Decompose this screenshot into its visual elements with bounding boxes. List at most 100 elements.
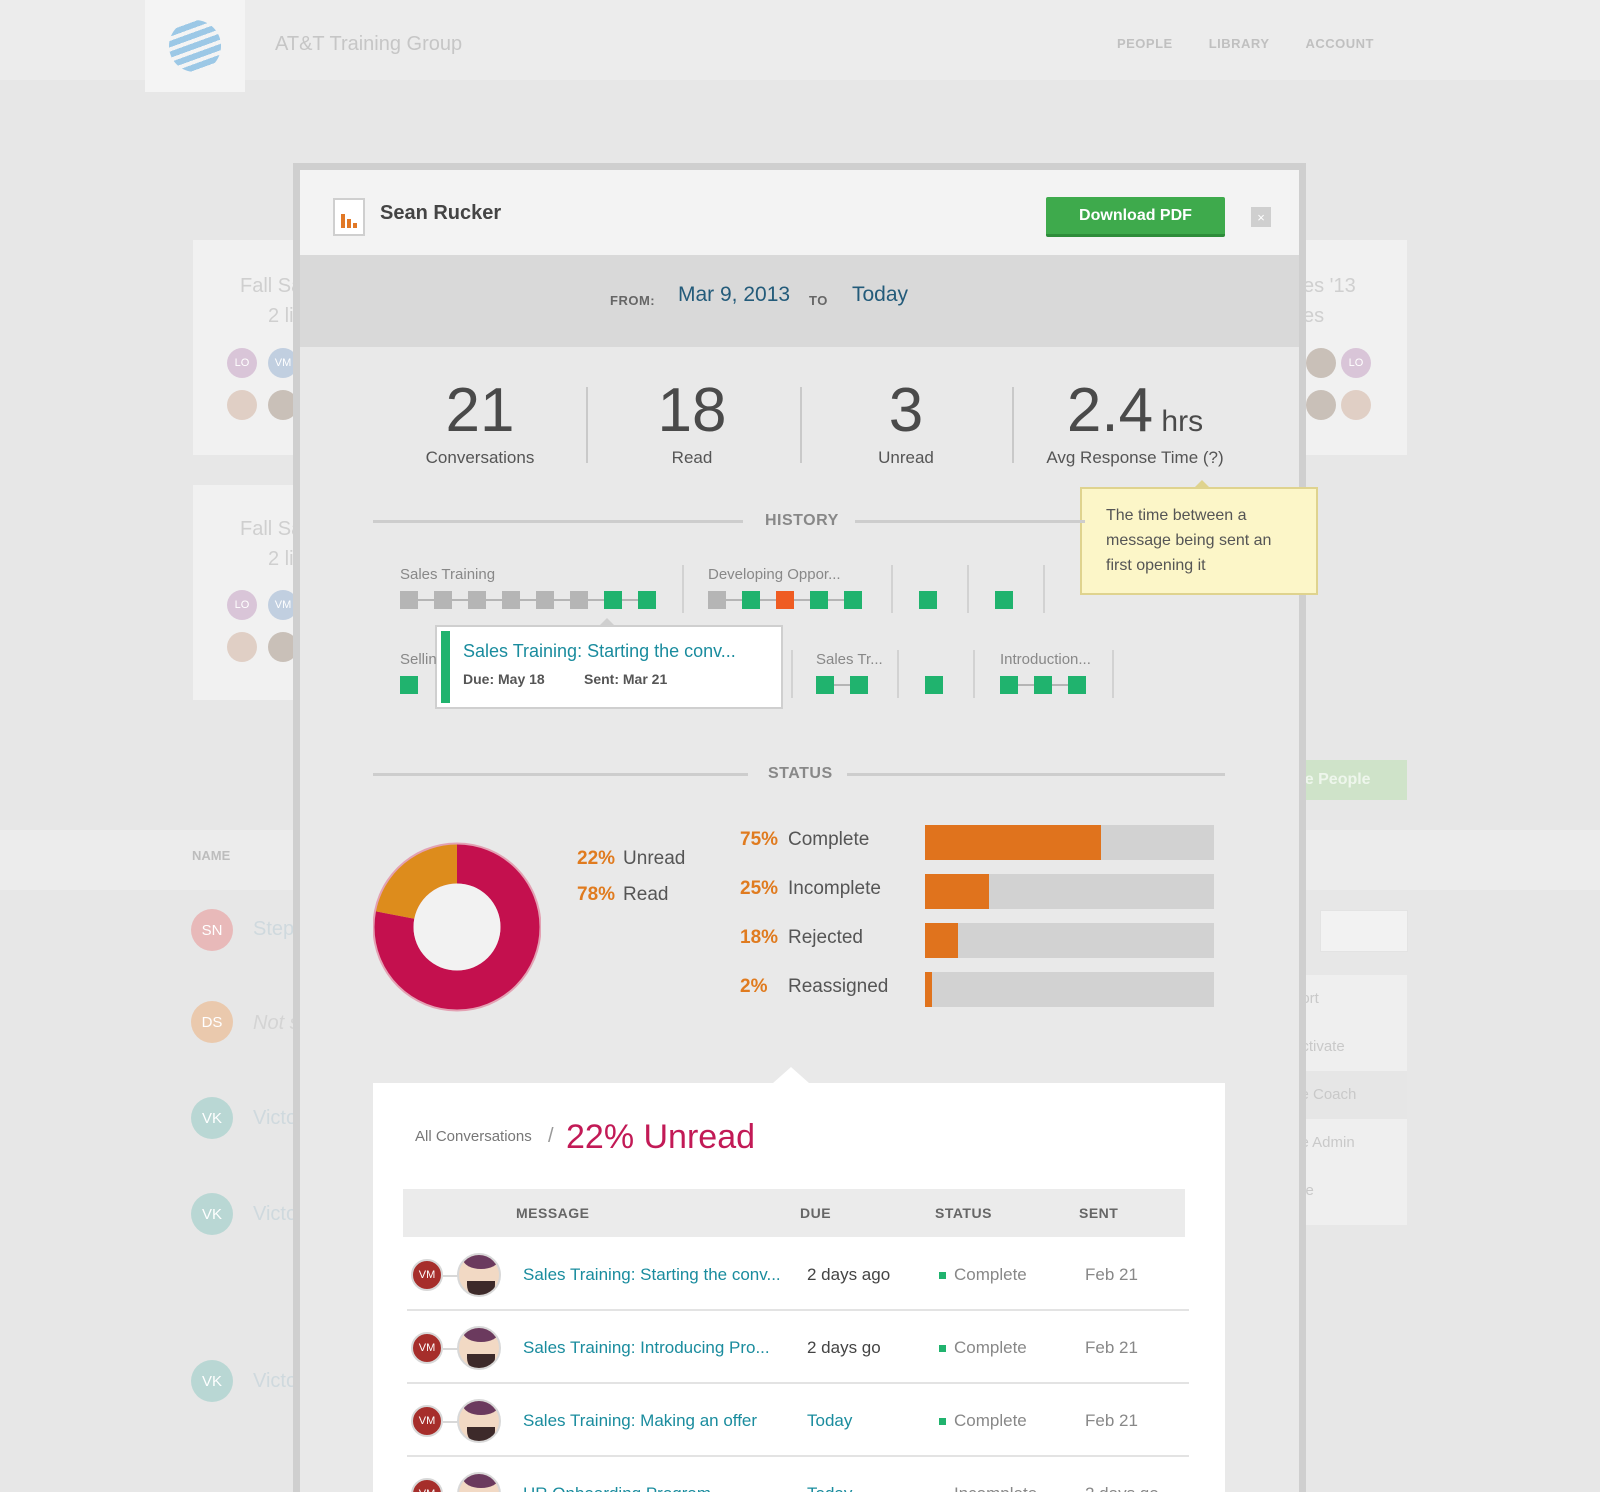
bg-row-avatar: SN (191, 909, 233, 951)
history-group-label: Introduction... (1000, 651, 1091, 668)
hover-card-title[interactable]: Sales Training: Starting the conv... (463, 641, 736, 662)
close-button[interactable]: × (1251, 207, 1271, 227)
nav-library[interactable]: LIBRARY (1209, 36, 1270, 51)
legend-unread: 22% Unread (577, 848, 686, 869)
bg-mail-button[interactable] (1320, 910, 1408, 952)
history-message-square[interactable] (1068, 676, 1086, 694)
history-message-square[interactable] (468, 591, 486, 609)
row-status: Incomplete (939, 1484, 1037, 1492)
history-message-square[interactable] (638, 591, 656, 609)
history-message-square[interactable] (570, 591, 588, 609)
divider (1012, 387, 1014, 463)
col-status[interactable]: STATUS (935, 1205, 992, 1221)
history-message-square[interactable] (844, 591, 862, 609)
stat-avg-response: 2.4 hrs Avg Response Time (?) (1035, 380, 1235, 468)
bg-row-name[interactable]: Victo (253, 1107, 297, 1130)
history-message-square[interactable] (604, 591, 622, 609)
row-sent: Feb 21 (1085, 1265, 1138, 1284)
table-row[interactable]: VM Sales Training: Introducing Pro... 2 da… (407, 1311, 1189, 1384)
from-date[interactable]: Mar 9, 2013 (678, 283, 790, 307)
breadcrumb-separator: / (548, 1125, 554, 1147)
row-due: Today (807, 1411, 853, 1430)
history-message-square[interactable] (434, 591, 452, 609)
history-message-square[interactable] (400, 591, 418, 609)
section-rule (373, 773, 748, 776)
history-message-square[interactable] (810, 591, 828, 609)
history-message-square[interactable] (742, 591, 760, 609)
download-pdf-button[interactable]: Download PDF (1046, 197, 1225, 237)
history-message-square[interactable] (925, 676, 943, 694)
sender-avatar: VM (411, 1332, 443, 1364)
row-status: Complete (939, 1338, 1027, 1358)
breadcrumb-all-conversations[interactable]: All Conversations (415, 1128, 532, 1145)
history-divider (891, 565, 893, 613)
status-bar-fill (925, 972, 933, 1007)
history-message-square[interactable] (1034, 676, 1052, 694)
row-message[interactable]: Sales Training: Introducing Pro... (523, 1338, 770, 1358)
history-message-square[interactable] (919, 591, 937, 609)
hover-card-sent: Sent: Mar 21 (584, 671, 668, 687)
row-sent: 2 days go (1085, 1484, 1159, 1492)
history-message-square[interactable] (502, 591, 520, 609)
bg-row-avatar: VK (191, 1097, 233, 1139)
nav-people[interactable]: PEOPLE (1117, 36, 1173, 51)
bg-row-name[interactable]: Step (253, 918, 294, 941)
att-globe-icon (169, 20, 221, 72)
status-bar-fill (925, 874, 989, 909)
avg-response-tooltip: The time between a message being sent an… (1080, 480, 1318, 595)
avg-response-help[interactable]: Avg Response Time (?) (1035, 448, 1235, 468)
to-date[interactable]: Today (852, 283, 908, 307)
row-due: 2 days go (807, 1338, 881, 1357)
history-message-square[interactable] (536, 591, 554, 609)
hover-card-due: Due: May 18 (463, 671, 545, 687)
history-divider (967, 565, 969, 613)
history-message-square[interactable] (816, 676, 834, 694)
bg-row-name[interactable]: Victo (253, 1370, 297, 1393)
status-bar-fill (925, 825, 1102, 860)
history-group-label: Sellin (400, 651, 437, 668)
row-message[interactable]: HR Onboarding Program (523, 1484, 711, 1492)
bg-row-avatar: DS (191, 1001, 233, 1043)
org-name: AT&T Training Group (275, 33, 463, 55)
stat-caption: Unread (878, 448, 934, 467)
stat-unread: 3 Unread (821, 380, 991, 468)
history-hover-card[interactable]: Sales Training: Starting the conv... Due… (435, 618, 783, 709)
status-bar-label: Reassigned (788, 976, 889, 997)
nav-account[interactable]: ACCOUNT (1306, 36, 1375, 51)
col-message[interactable]: MESSAGE (516, 1205, 590, 1221)
bg-row-avatar: VK (191, 1360, 233, 1402)
name-column-header[interactable]: NAME (192, 848, 230, 863)
history-message-square[interactable] (850, 676, 868, 694)
history-message-square[interactable] (995, 591, 1013, 609)
col-sent[interactable]: SENT (1079, 1205, 1118, 1221)
stat-conversations: 21 Conversations (395, 380, 565, 468)
row-message[interactable]: Sales Training: Starting the conv... (523, 1265, 781, 1285)
col-due[interactable]: DUE (800, 1205, 831, 1221)
modal-header: Sean Rucker Download PDF × (300, 170, 1299, 255)
history-message-square[interactable] (708, 591, 726, 609)
bg-card-sub: 2 li (268, 548, 294, 570)
status-bar-track (925, 972, 1214, 1007)
donut-hole (413, 883, 501, 971)
bg-avatar-photo (227, 632, 257, 662)
status-bar-pct: 2% (740, 976, 768, 997)
history-message-square[interactable] (400, 676, 418, 694)
table-row[interactable]: VM Sales Training: Making an offer Today Co… (407, 1384, 1189, 1457)
breadcrumb-current: 22% Unread (566, 1118, 756, 1156)
table-row[interactable]: VM HR Onboarding Program Today Incomplete 2 … (407, 1457, 1189, 1492)
bg-avatar: LO (227, 590, 257, 620)
top-nav: PEOPLE LIBRARY ACCOUNT (1117, 36, 1374, 51)
bg-card-title: es '13 (1303, 275, 1356, 297)
bg-row-name[interactable]: Victo (253, 1203, 297, 1226)
history-message-square[interactable] (776, 591, 794, 609)
table-row[interactable]: VM Sales Training: Starting the conv... 2 … (407, 1238, 1189, 1311)
sender-avatar: VM (411, 1259, 443, 1291)
status-bar-label: Complete (788, 829, 870, 850)
row-message[interactable]: Sales Training: Making an offer (523, 1411, 757, 1431)
logo[interactable] (145, 0, 245, 92)
row-sent: Feb 21 (1085, 1338, 1138, 1357)
conversations-panel: All Conversations / 22% Unread MESSAGE D… (373, 1067, 1225, 1492)
recipient-avatar (457, 1253, 501, 1297)
history-message-square[interactable] (1000, 676, 1018, 694)
stat-caption: Conversations (425, 448, 535, 467)
